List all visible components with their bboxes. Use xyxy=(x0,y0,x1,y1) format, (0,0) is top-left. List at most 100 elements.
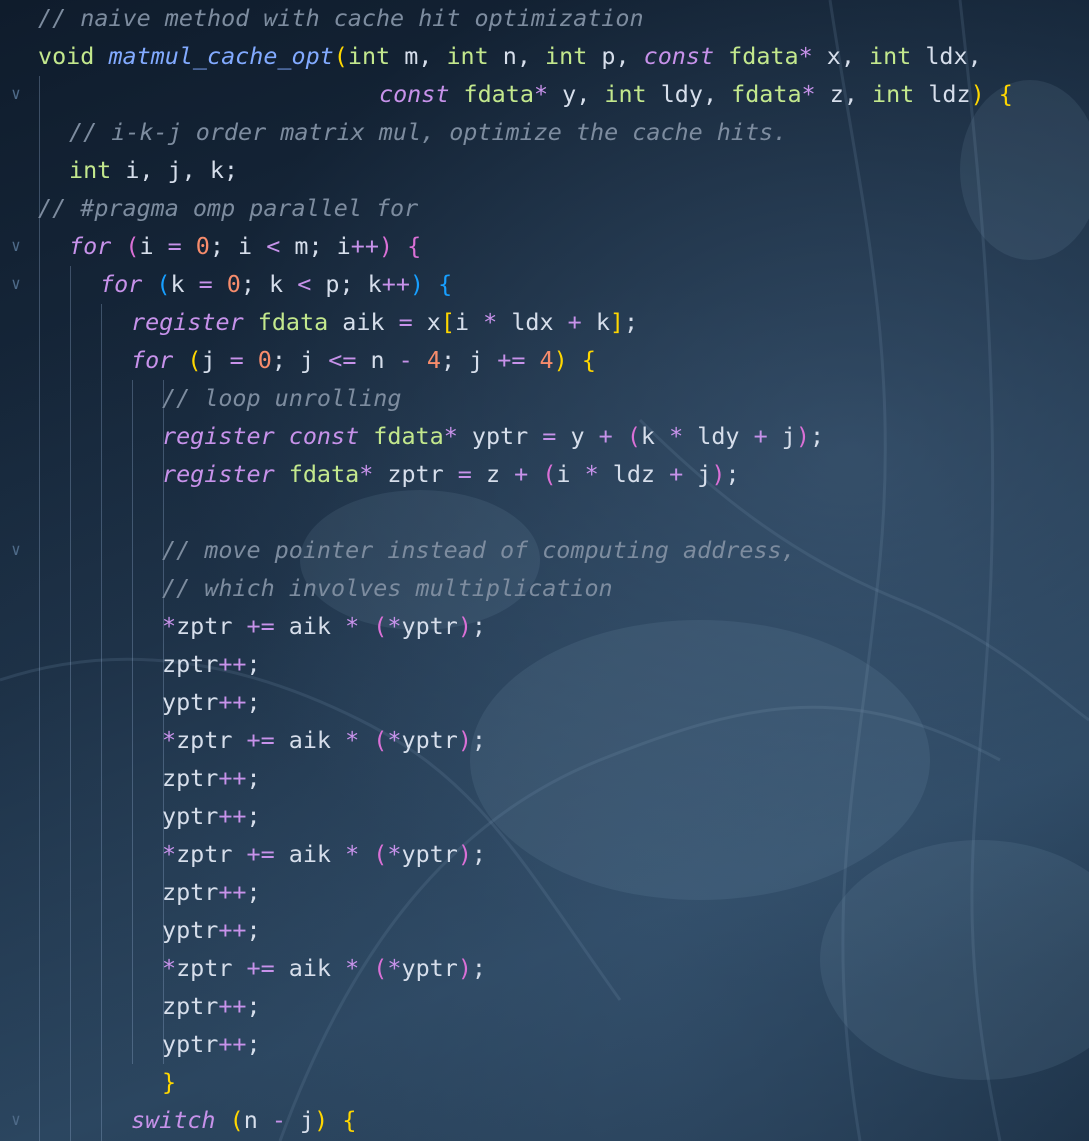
chevron-down-icon[interactable]: ∨ xyxy=(6,1101,26,1139)
chevron-down-icon[interactable]: ∨ xyxy=(6,75,26,113)
code-token: ldz xyxy=(914,80,971,108)
code-token: ; xyxy=(246,1030,261,1058)
code-token: j xyxy=(201,346,230,374)
code-token: ; i xyxy=(209,232,267,260)
code-line[interactable]: ∨ for (i = 0; i < m; i++) { xyxy=(0,227,1089,265)
code-token: zptr xyxy=(176,726,247,754)
code-token: register xyxy=(162,422,275,450)
code-token: ] xyxy=(609,308,625,336)
code-line[interactable]: register const fdata* yptr = y + (k * ld… xyxy=(0,417,1089,455)
code-text: yptr++; xyxy=(162,1025,261,1063)
code-line[interactable]: ∨ for (k = 0; k < p; k++) { xyxy=(0,265,1089,303)
code-line[interactable]: register fdata aik = x[i * ldx + k]; xyxy=(0,303,1089,341)
code-line[interactable]: } xyxy=(0,1063,1089,1101)
code-line[interactable]: yptr++; xyxy=(0,797,1089,835)
code-line[interactable]: // #pragma omp parallel for xyxy=(0,189,1089,227)
code-token: k xyxy=(640,422,670,450)
code-token: ( xyxy=(373,612,388,640)
code-token: j xyxy=(683,460,712,488)
code-token: ; xyxy=(471,840,487,868)
code-token: m; i xyxy=(280,232,351,260)
code-line[interactable]: zptr++; xyxy=(0,987,1089,1025)
code-token: int xyxy=(604,80,647,108)
code-token: ; xyxy=(471,612,487,640)
code-token: // move pointer instead of computing add… xyxy=(162,536,796,564)
code-token: { xyxy=(581,346,596,374)
code-line[interactable]: void matmul_cache_opt(int m, int n, int … xyxy=(0,37,1089,75)
code-line[interactable]: ∨ const fdata* y, int ldy, fdata* z, int … xyxy=(0,75,1089,113)
code-token: matmul_cache_opt xyxy=(108,42,334,70)
code-token: ( xyxy=(187,346,202,374)
code-line[interactable]: for (j = 0; j <= n - 4; j += 4) { xyxy=(0,341,1089,379)
code-line[interactable]: *zptr += aik * (*yptr); xyxy=(0,835,1089,873)
chevron-down-icon[interactable]: ∨ xyxy=(6,265,26,303)
code-token: ) xyxy=(314,1106,329,1134)
code-token: // which involves multiplication xyxy=(162,574,613,602)
code-token: ++ xyxy=(218,1030,247,1058)
code-line[interactable]: *zptr += aik * (*yptr); xyxy=(0,721,1089,759)
code-token: int xyxy=(446,42,489,70)
code-token: n xyxy=(243,1106,272,1134)
code-token: ++ xyxy=(218,688,247,716)
code-token: * xyxy=(533,80,549,108)
code-line[interactable]: yptr++; xyxy=(0,683,1089,721)
code-text: yptr++; xyxy=(162,683,261,721)
code-token: fdata xyxy=(373,422,444,450)
code-line[interactable]: zptr++; xyxy=(0,873,1089,911)
code-line[interactable]: yptr++; xyxy=(0,911,1089,949)
code-token: * xyxy=(483,308,498,336)
code-text: zptr++; xyxy=(162,873,261,911)
code-token: ( xyxy=(373,726,388,754)
code-token: ( xyxy=(373,954,388,982)
code-line[interactable]: zptr++; xyxy=(0,759,1089,797)
code-line[interactable]: ∨ switch (n - j) { xyxy=(0,1101,1089,1139)
code-line[interactable]: zptr++; xyxy=(0,645,1089,683)
code-token: yptr xyxy=(401,840,458,868)
code-line[interactable]: *zptr += aik * (*yptr); xyxy=(0,949,1089,987)
code-line[interactable]: // naive method with cache hit optimizat… xyxy=(0,0,1089,37)
code-text: zptr++; xyxy=(162,759,261,797)
code-token: { xyxy=(998,80,1013,108)
chevron-down-icon[interactable]: ∨ xyxy=(6,227,26,265)
code-text: *zptr += aik * (*yptr); xyxy=(162,721,486,759)
code-token: yptr xyxy=(457,422,543,450)
code-text: *zptr += aik * (*yptr); xyxy=(162,835,486,873)
chevron-down-icon[interactable]: ∨ xyxy=(6,531,26,569)
code-text: // loop unrolling xyxy=(162,379,401,417)
code-token: yptr xyxy=(162,1030,219,1058)
code-line[interactable]: // which involves multiplication xyxy=(0,569,1089,607)
code-token: // loop unrolling xyxy=(162,384,402,412)
code-token: += xyxy=(246,840,275,868)
code-line[interactable]: yptr++; xyxy=(0,1025,1089,1063)
code-line[interactable]: int i, j, k; xyxy=(0,151,1089,189)
code-line[interactable]: ∨ // move pointer instead of computing ad… xyxy=(0,531,1089,569)
code-token: yptr xyxy=(401,612,458,640)
code-token: ( xyxy=(373,840,388,868)
code-line[interactable]: *zptr += aik * (*yptr); xyxy=(0,607,1089,645)
code-token: aik xyxy=(274,840,346,868)
code-text: // which involves multiplication xyxy=(162,569,613,607)
code-editor[interactable]: // naive method with cache hit optimizat… xyxy=(0,0,1089,1141)
code-line[interactable]: register fdata* zptr = z + (i * ldz + j)… xyxy=(0,455,1089,493)
code-token: ( xyxy=(542,460,557,488)
code-line[interactable] xyxy=(0,493,1089,531)
code-text: switch (n - j) { xyxy=(131,1101,356,1139)
code-line[interactable]: // loop unrolling xyxy=(0,379,1089,417)
code-token: ; xyxy=(471,726,487,754)
code-token: = xyxy=(398,308,413,336)
code-token: int xyxy=(871,80,915,108)
code-token: * xyxy=(443,422,458,450)
code-token: ; xyxy=(471,954,487,982)
code-token: // #pragma omp parallel for xyxy=(38,194,419,222)
code-token: fdata xyxy=(257,308,329,336)
code-line[interactable]: // i-k-j order matrix mul, optimize the … xyxy=(0,113,1089,151)
code-token: zptr xyxy=(162,650,219,678)
code-text: yptr++; xyxy=(162,797,261,835)
code-token: zptr xyxy=(162,764,219,792)
code-token: for xyxy=(100,270,143,298)
